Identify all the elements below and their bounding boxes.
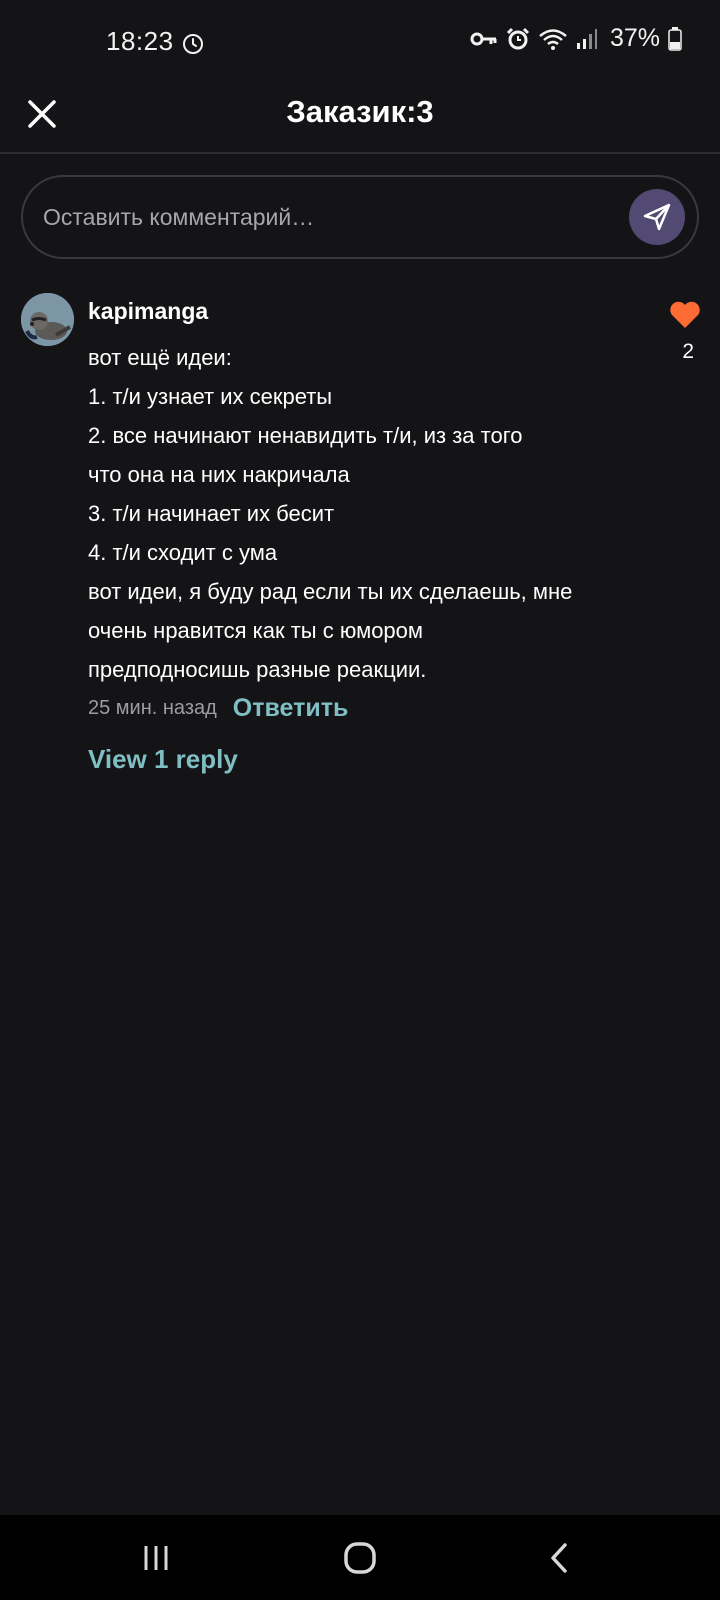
comment-line: 4. т/и сходит с ума xyxy=(88,540,278,565)
raccoon-avatar-icon xyxy=(21,293,74,346)
status-time: 18:23 xyxy=(106,26,174,56)
comment-line: 1. т/и узнает их секреты xyxy=(88,384,333,409)
alarm-clock-icon xyxy=(183,34,203,54)
comment-line: вот идеи, я буду рад если ты их сделаешь… xyxy=(88,579,573,604)
reply-button[interactable]: Ответить xyxy=(233,694,349,723)
comment-line: предподносишь разные реакции. xyxy=(88,657,427,682)
signal-icon xyxy=(576,28,597,49)
system-nav-bar xyxy=(0,1515,720,1600)
comment-text: вот ещё идеи: 1. т/и узнает их секреты 2… xyxy=(88,338,648,689)
comment-timestamp: 25 мин. назад xyxy=(88,697,217,719)
status-icons: 37% xyxy=(470,24,682,53)
recent-apps-button[interactable] xyxy=(96,1515,216,1600)
send-icon xyxy=(643,203,671,231)
like-count: 2 xyxy=(682,340,694,363)
screen: 18:23 37% Заказик:3 Оставить комментарий… xyxy=(0,0,720,1600)
comment-meta: 25 мин. назад Ответить xyxy=(88,694,348,723)
send-button[interactable] xyxy=(629,189,685,245)
comment-line: что она на них накричала xyxy=(88,462,350,487)
avatar[interactable] xyxy=(21,293,74,346)
key-icon xyxy=(470,32,497,45)
comment-line: вот ещё идеи: xyxy=(88,345,232,370)
back-icon xyxy=(551,1542,567,1573)
page-title: Заказик:3 xyxy=(286,94,434,129)
battery-percent: 37% xyxy=(609,24,660,52)
back-button[interactable] xyxy=(500,1515,620,1600)
comment-line: 3. т/и начинает их бесит xyxy=(88,501,335,526)
wifi-icon xyxy=(539,28,567,50)
recent-apps-icon xyxy=(144,1545,168,1570)
battery-icon xyxy=(668,26,682,51)
heart-icon[interactable] xyxy=(668,298,702,332)
alarm-icon xyxy=(506,27,530,49)
header: Заказик:3 xyxy=(0,88,720,154)
home-icon xyxy=(344,1541,376,1574)
comment-box xyxy=(21,175,699,259)
view-replies-link[interactable]: View 1 reply xyxy=(88,744,238,775)
comment-input[interactable] xyxy=(43,195,613,239)
comment-line: очень нравится как ты с юмором xyxy=(88,618,424,643)
comment-username[interactable]: kapimanga xyxy=(88,298,208,325)
home-button[interactable] xyxy=(300,1515,420,1600)
status-bar: 18:23 37% xyxy=(0,0,720,88)
comment-line: 2. все начинают ненавидить т/и, из за то… xyxy=(88,423,523,448)
